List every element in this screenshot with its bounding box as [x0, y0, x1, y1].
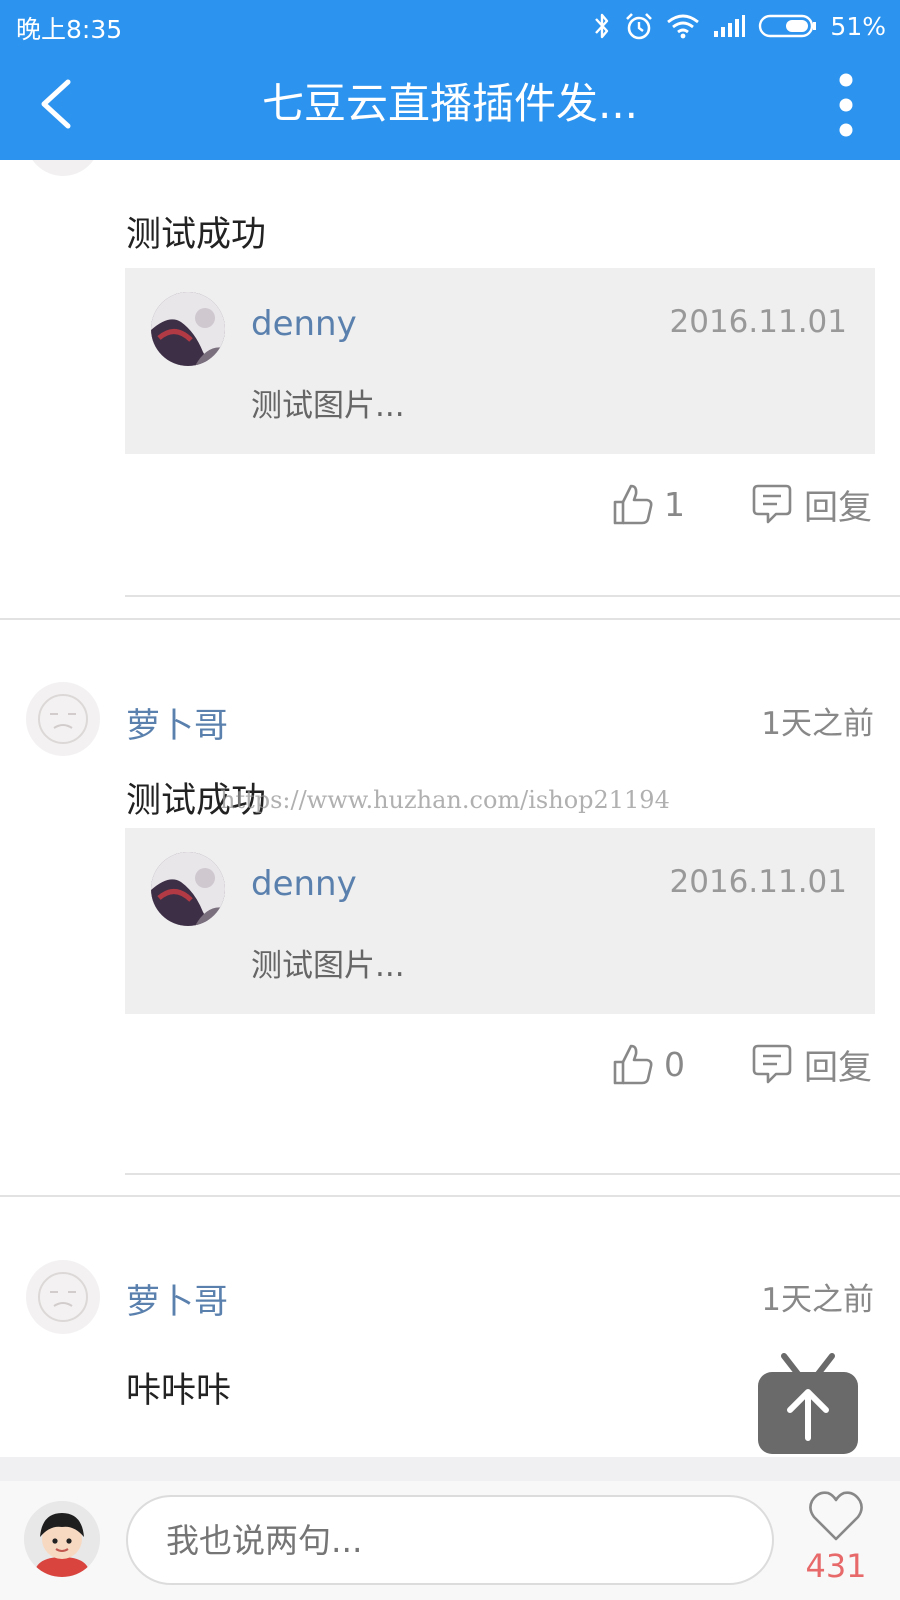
comment-author[interactable]: 萝卜哥 [126, 1274, 228, 1323]
back-button[interactable] [30, 74, 90, 134]
status-time: 晚上8:35 [16, 15, 123, 44]
avatar-face-icon [38, 1272, 88, 1322]
comment-input[interactable] [126, 1495, 774, 1585]
like-count: 1 [664, 484, 685, 524]
quote-text: 测试图片... [251, 388, 405, 424]
avatar-face-icon [38, 694, 88, 744]
comment-icon [752, 484, 792, 524]
comment-author[interactable]: 萝卜哥 [126, 698, 228, 747]
battery-percent: 51% [830, 11, 886, 41]
reply-button[interactable]: 回复 [752, 474, 872, 534]
avatar-cartoon [24, 1501, 100, 1577]
comment-actions: 1 回复 [600, 474, 880, 534]
quote-author[interactable]: denny [251, 304, 357, 344]
page-title: 七豆云直播插件发... [261, 79, 639, 128]
avatar[interactable] [26, 682, 100, 756]
reply-button[interactable]: 回复 [752, 1034, 872, 1094]
divider [125, 595, 900, 597]
watermark: https://www.huzhan.com/ishop21194 [220, 786, 670, 814]
reply-label: 回复 [804, 1047, 872, 1088]
thumbs-up-icon [613, 484, 653, 525]
divider [0, 1195, 900, 1197]
status-icons: 51% [592, 8, 886, 44]
avatar[interactable] [26, 160, 100, 176]
comment-text: 测试成功 [126, 215, 267, 255]
quote-author[interactable]: denny [251, 864, 357, 904]
reply-label: 回复 [804, 487, 872, 528]
comment-time: 1天之前 [761, 1282, 874, 1318]
wifi-icon [667, 14, 700, 39]
avatar[interactable] [151, 292, 225, 366]
like-button[interactable]: 1 [612, 474, 685, 534]
battery-icon [759, 14, 817, 38]
avatar[interactable] [151, 852, 225, 926]
user-avatar[interactable] [24, 1501, 100, 1577]
quoted-comment[interactable]: denny 2016.11.01 测试图片... [125, 828, 875, 1014]
quote-text: 测试图片... [251, 948, 405, 984]
like-count: 0 [664, 1044, 685, 1084]
heart-icon [809, 1491, 863, 1541]
comment-actions: 0 回复 [600, 1034, 880, 1094]
alarm-icon [626, 13, 653, 40]
comment-icon [752, 1044, 792, 1084]
quoted-comment[interactable]: denny 2016.11.01 测试图片... [125, 268, 875, 454]
divider [125, 1173, 900, 1175]
scroll-to-top-button[interactable] [756, 1352, 860, 1457]
avatar[interactable] [26, 1260, 100, 1334]
arrow-up-icon [758, 1353, 858, 1454]
comment-text: 咔咔咔 [126, 1371, 232, 1411]
app-bar: 七豆云直播插件发... [0, 52, 900, 160]
favorite-button[interactable] [806, 1487, 866, 1547]
avatar-photo [151, 852, 225, 926]
status-bar: 晚上8:35 51% [0, 0, 900, 52]
more-menu-button[interactable] [826, 70, 866, 140]
comment-time: 1天之前 [761, 706, 874, 742]
more-icon [839, 73, 853, 137]
signal-icon [714, 15, 746, 37]
quote-date: 2016.11.01 [669, 864, 848, 900]
divider [0, 618, 900, 620]
comment-bar: 431 [0, 1457, 900, 1600]
quote-date: 2016.11.01 [669, 304, 848, 340]
favorite-count: 431 [805, 1547, 867, 1585]
like-button[interactable]: 0 [612, 1034, 685, 1094]
bluetooth-icon [595, 13, 609, 39]
comment-list[interactable]: 测试成功 denny 2016.11.01 测试图片... 1 回复 萝卜哥 1… [0, 160, 900, 1457]
thumbs-up-icon [613, 1044, 653, 1085]
avatar-photo [151, 292, 225, 366]
back-icon [41, 79, 71, 129]
